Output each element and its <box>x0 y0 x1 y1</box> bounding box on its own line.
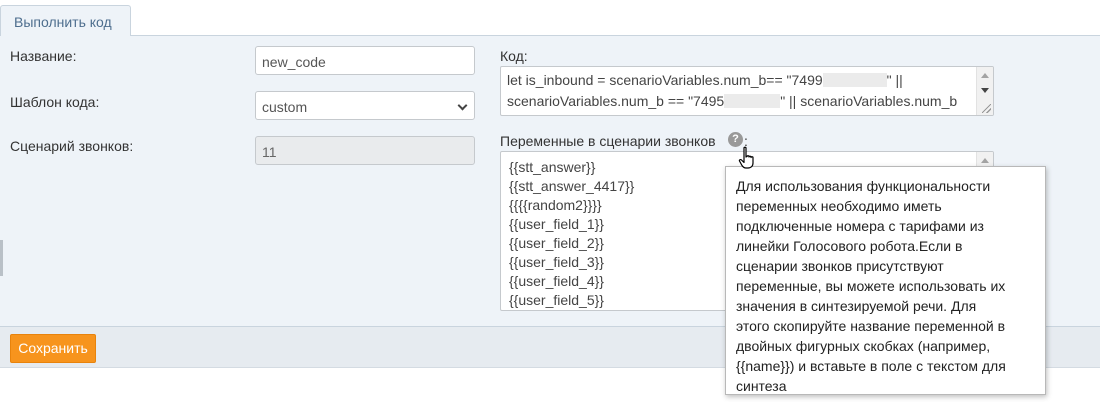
help-tooltip: Для использования функциональности перем… <box>725 166 1046 395</box>
list-item: {{user_field_1}} <box>509 216 604 232</box>
tooltip-line: {{name}}) и вставьте в поле с текстом дл… <box>736 358 1006 374</box>
save-button[interactable]: Сохранить <box>10 334 96 363</box>
tooltip-line: двойных фигурных скобках (например, <box>736 338 991 354</box>
panel-resize-handle[interactable] <box>0 240 3 276</box>
redacted-block <box>822 73 887 87</box>
list-item: {{stt_answer_4417}} <box>509 178 635 194</box>
scenario-input-value: 11 <box>262 144 277 160</box>
tab-label: Выполнить код <box>14 14 112 30</box>
hand-cursor-icon <box>738 146 754 169</box>
name-input[interactable]: new_code <box>255 46 475 75</box>
help-icon[interactable]: ? <box>728 132 743 147</box>
tab-run-code[interactable]: Выполнить код <box>0 5 131 36</box>
scenario-input: 11 <box>255 136 475 165</box>
list-item: {{stt_answer}} <box>509 159 596 175</box>
resize-grip-icon[interactable] <box>982 104 991 113</box>
tooltip-line: сценарии звонков присутствуют <box>736 258 944 274</box>
scroll-down-arrow-icon[interactable] <box>981 88 989 93</box>
list-item: {{{{random2}}}} <box>509 197 602 213</box>
tooltip-line: подключенные номера с тарифами из <box>736 218 984 234</box>
tooltip-line: этого скопируйте название переменной в <box>736 318 1006 334</box>
tooltip-line: значения в синтезируемой речи. Для <box>736 298 977 314</box>
template-label: Шаблон кода: <box>10 94 100 110</box>
name-input-value: new_code <box>262 54 326 70</box>
scroll-up-arrow-icon[interactable] <box>981 158 989 163</box>
redacted-block <box>724 94 781 108</box>
code-line-1: let is_inbound = scenarioVariables.num_b… <box>507 72 903 88</box>
template-select-value: custom <box>262 99 308 115</box>
variables-label: Переменные в сценарии звонков <box>500 133 716 149</box>
name-label: Название: <box>10 48 77 64</box>
list-item: {{user_field_5}} <box>509 292 604 308</box>
tooltip-line: переменные, вы можете использовать их <box>736 278 1006 294</box>
list-item: {{user_field_4}} <box>509 273 604 289</box>
tooltip-line: переменных необходимо иметь <box>736 198 942 214</box>
list-item: {{user_field_2}} <box>509 235 604 251</box>
code-label: Код: <box>500 48 528 64</box>
template-select[interactable]: custom <box>255 91 475 120</box>
scenario-label: Сценарий звонков: <box>10 138 134 154</box>
tooltip-line: линейки Голосового робота.Если в <box>736 238 963 254</box>
scroll-up-arrow-icon[interactable] <box>981 73 989 78</box>
code-textarea[interactable]: let is_inbound = scenarioVariables.num_b… <box>500 66 994 116</box>
chevron-down-icon <box>457 100 468 111</box>
list-item: {{user_field_3}} <box>509 254 604 270</box>
tooltip-line: Для использования функциональности <box>736 178 991 194</box>
code-line-2: scenarioVariables.num_b == "7495 " || sce… <box>507 93 958 109</box>
tooltip-line: синтеза <box>736 378 787 394</box>
